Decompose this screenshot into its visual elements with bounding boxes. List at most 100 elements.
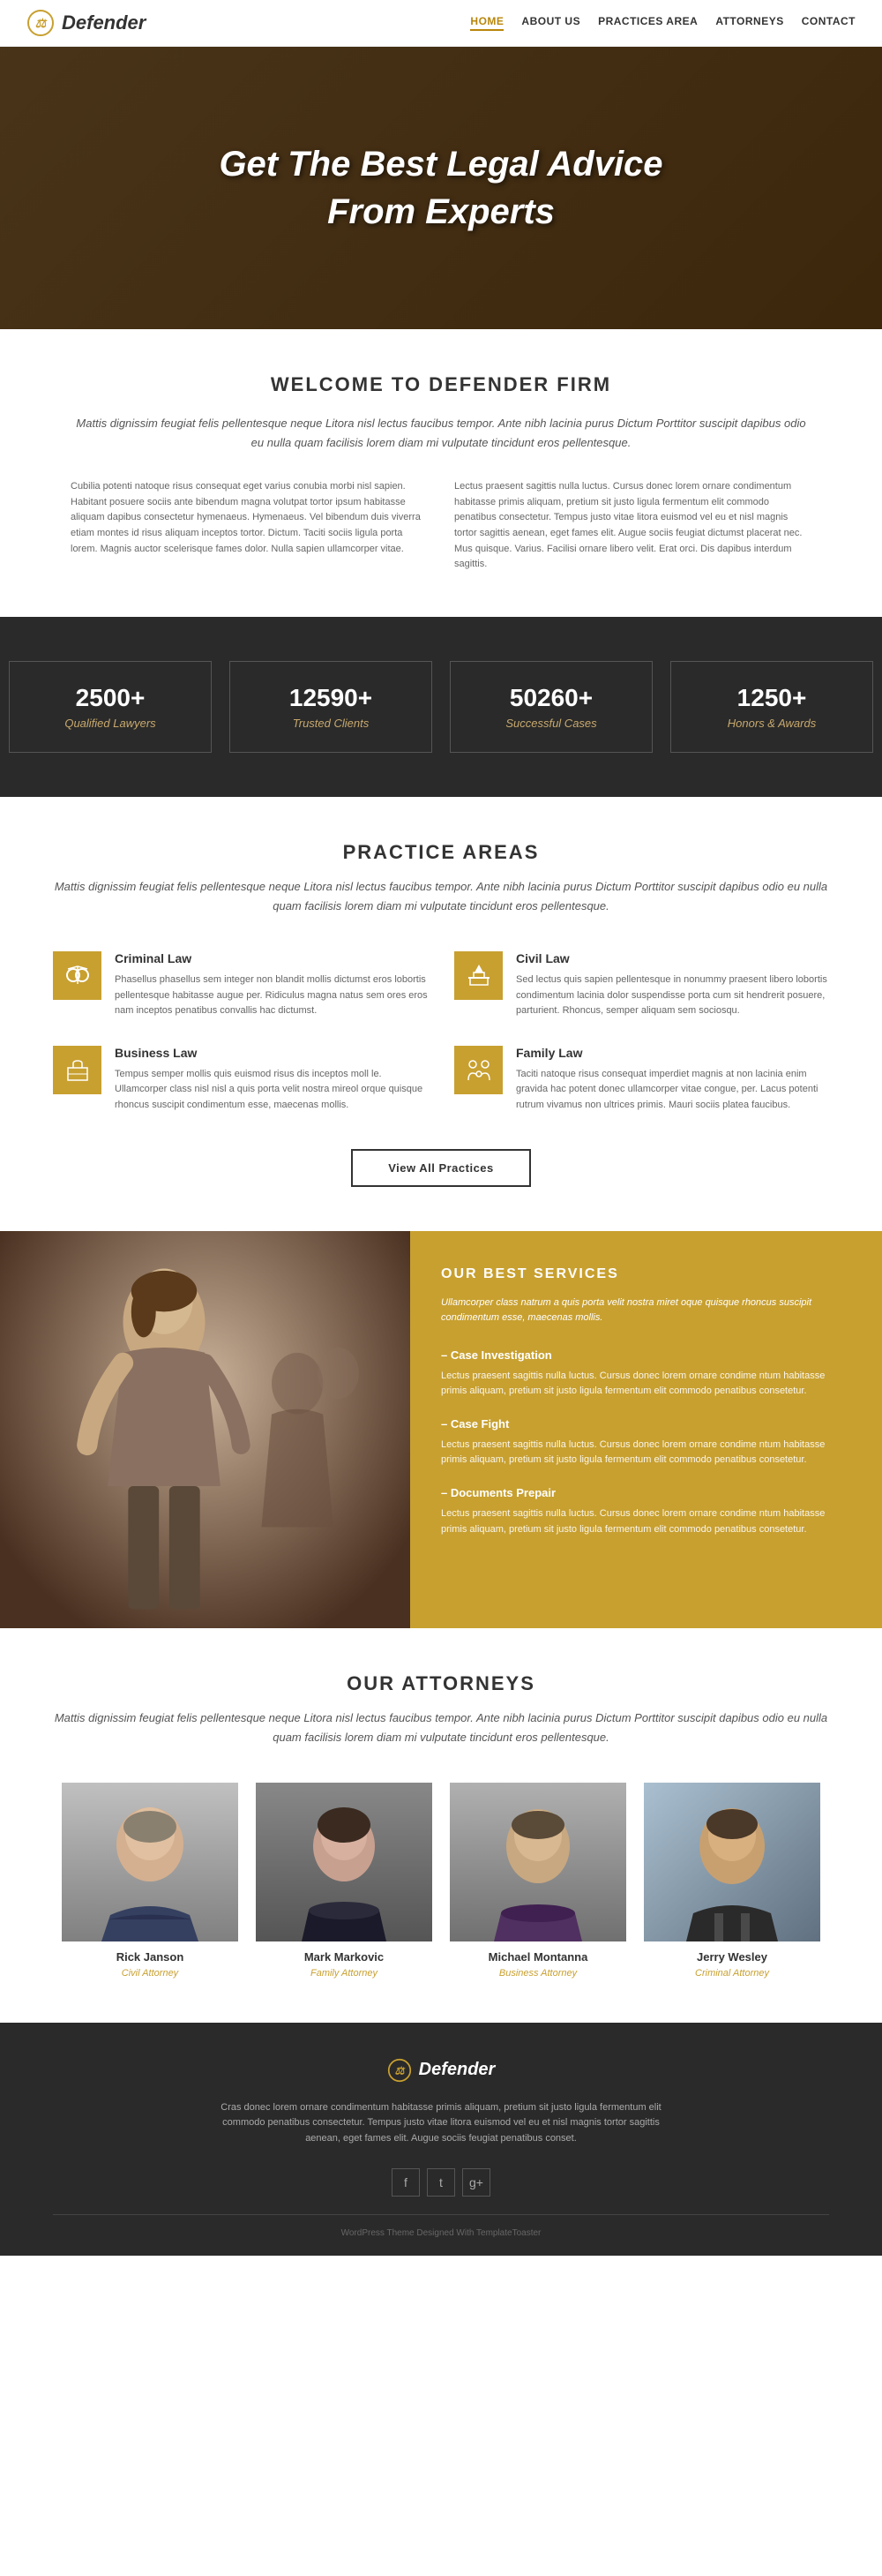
- social-facebook[interactable]: f: [392, 2168, 420, 2197]
- footer-social: f t g+: [53, 2168, 829, 2197]
- stat-awards-number: 1250+: [689, 684, 855, 712]
- services-image: [0, 1231, 410, 1628]
- stat-cases-label: Successful Cases: [468, 717, 634, 730]
- attorney-mark-photo: [256, 1783, 432, 1941]
- attorney-mark-name: Mark Markovic: [256, 1950, 432, 1964]
- civil-law-icon: [454, 951, 503, 1000]
- attorney-rick: Rick Janson Civil Attorney: [62, 1783, 238, 1979]
- practices-title: PRACTICE AREAS: [53, 841, 829, 864]
- civil-law-title: Civil Law: [516, 951, 829, 965]
- attorney-jerry-name: Jerry Wesley: [644, 1950, 820, 1964]
- attorney-mark: Mark Markovic Family Attorney: [256, 1783, 432, 1979]
- nav-about[interactable]: ABOUT US: [521, 15, 580, 31]
- welcome-col-2: Lectus praesent sagittis nulla luctus. C…: [454, 479, 811, 573]
- svg-text:⚖: ⚖: [35, 16, 48, 30]
- hero-section: Get The Best Legal Advice From Experts: [0, 47, 882, 329]
- business-law-icon: [53, 1046, 101, 1094]
- footer-logo: ⚖ Defender: [53, 2058, 829, 2083]
- criminal-law-title: Criminal Law: [115, 951, 428, 965]
- service-fight-desc: Lectus praesent sagittis nulla luctus. C…: [441, 1438, 851, 1468]
- welcome-subtitle: Mattis dignissim feugiat felis pellentes…: [71, 414, 811, 453]
- footer-copyright: WordPress Theme Designed With TemplateTo…: [53, 2214, 829, 2238]
- practice-criminal: Criminal Law Phasellus phasellus sem int…: [53, 951, 428, 1019]
- attorney-jerry-role: Criminal Attorney: [644, 1968, 820, 1979]
- stats-section: 2500+ Qualified Lawyers 12590+ Trusted C…: [0, 617, 882, 797]
- attorney-jerry-photo: [644, 1783, 820, 1941]
- nav-home[interactable]: HOME: [470, 15, 504, 31]
- attorney-rick-photo: [62, 1783, 238, 1941]
- service-documents: – Documents Prepair Lectus praesent sagi…: [441, 1486, 851, 1537]
- footer-logo-text: Defender: [419, 2060, 496, 2080]
- main-nav: HOME ABOUT US PRACTICES AREA ATTORNEYS C…: [470, 15, 856, 31]
- family-law-icon: [454, 1046, 503, 1094]
- civil-law-desc: Sed lectus quis sapien pellentesque in n…: [516, 973, 829, 1019]
- attorney-michael-role: Business Attorney: [450, 1968, 626, 1979]
- family-law-title: Family Law: [516, 1046, 829, 1060]
- nav-contact[interactable]: CONTACT: [802, 15, 856, 31]
- practice-business: Business Law Tempus semper mollis quis e…: [53, 1046, 428, 1114]
- stat-lawyers-number: 2500+: [27, 684, 193, 712]
- service-investigation: – Case Investigation Lectus praesent sag…: [441, 1348, 851, 1400]
- header: ⚖ Defender HOME ABOUT US PRACTICES AREA …: [0, 0, 882, 47]
- footer-description: Cras donec lorem ornare condimentum habi…: [220, 2100, 662, 2147]
- attorney-rick-role: Civil Attorney: [62, 1968, 238, 1979]
- attorneys-subtitle: Mattis dignissim feugiat felis pellentes…: [53, 1709, 829, 1747]
- practice-civil: Civil Law Sed lectus quis sapien pellent…: [454, 951, 829, 1019]
- services-intro: Ullamcorper class natrum a quis porta ve…: [441, 1296, 851, 1326]
- criminal-law-content: Criminal Law Phasellus phasellus sem int…: [115, 951, 428, 1019]
- business-law-content: Business Law Tempus semper mollis quis e…: [115, 1046, 428, 1114]
- stat-clients-label: Trusted Clients: [248, 717, 414, 730]
- service-investigation-desc: Lectus praesent sagittis nulla luctus. C…: [441, 1369, 851, 1400]
- services-illustration: [0, 1231, 410, 1628]
- welcome-columns: Cubilia potenti natoque risus consequat …: [71, 479, 811, 573]
- attorney-michael-name: Michael Montanna: [450, 1950, 626, 1964]
- stat-awards: 1250+ Honors & Awards: [670, 661, 873, 753]
- practices-section: PRACTICE AREAS Mattis dignissim feugiat …: [0, 797, 882, 1231]
- attorney-grid: Rick Janson Civil Attorney: [53, 1783, 829, 1979]
- practice-family: Family Law Taciti natoque risus consequa…: [454, 1046, 829, 1114]
- logo-text: Defender: [62, 11, 146, 34]
- service-investigation-title: – Case Investigation: [441, 1348, 851, 1362]
- stat-awards-label: Honors & Awards: [689, 717, 855, 730]
- business-law-desc: Tempus semper mollis quis euismod risus …: [115, 1067, 428, 1114]
- services-content: OUR BEST SERVICES Ullamcorper class natr…: [410, 1231, 882, 1628]
- criminal-law-desc: Phasellus phasellus sem integer non blan…: [115, 973, 428, 1019]
- service-fight-title: – Case Fight: [441, 1417, 851, 1431]
- attorney-rick-name: Rick Janson: [62, 1950, 238, 1964]
- view-all-practices-button[interactable]: View All Practices: [351, 1149, 531, 1187]
- stat-lawyers-label: Qualified Lawyers: [27, 717, 193, 730]
- logo-icon: ⚖: [26, 9, 55, 37]
- logo[interactable]: ⚖ Defender: [26, 9, 146, 37]
- nav-attorneys[interactable]: ATTORNEYS: [715, 15, 783, 31]
- hero-title: Get The Best Legal Advice From Experts: [219, 140, 662, 236]
- nav-practices[interactable]: PRACTICES AREA: [598, 15, 698, 31]
- business-law-title: Business Law: [115, 1046, 428, 1060]
- stat-cases: 50260+ Successful Cases: [450, 661, 653, 753]
- welcome-col-1: Cubilia potenti natoque risus consequat …: [71, 479, 428, 573]
- welcome-title: WELCOME TO DEFENDER FIRM: [71, 373, 811, 396]
- service-documents-desc: Lectus praesent sagittis nulla luctus. C…: [441, 1506, 851, 1537]
- civil-law-content: Civil Law Sed lectus quis sapien pellent…: [516, 951, 829, 1019]
- services-title: OUR BEST SERVICES: [441, 1266, 851, 1282]
- practice-grid: Criminal Law Phasellus phasellus sem int…: [53, 951, 829, 1114]
- stat-lawyers: 2500+ Qualified Lawyers: [9, 661, 212, 753]
- service-fight: – Case Fight Lectus praesent sagittis nu…: [441, 1417, 851, 1468]
- family-law-content: Family Law Taciti natoque risus consequa…: [516, 1046, 829, 1114]
- footer-logo-icon: ⚖: [387, 2058, 412, 2083]
- stat-cases-number: 50260+: [468, 684, 634, 712]
- attorney-michael-photo: [450, 1783, 626, 1941]
- welcome-section: WELCOME TO DEFENDER FIRM Mattis dignissi…: [0, 329, 882, 617]
- family-law-desc: Taciti natoque risus consequat imperdiet…: [516, 1067, 829, 1114]
- svg-text:⚖: ⚖: [394, 2064, 406, 2077]
- attorney-jerry: Jerry Wesley Criminal Attorney: [644, 1783, 820, 1979]
- practices-subtitle: Mattis dignissim feugiat felis pellentes…: [53, 877, 829, 916]
- stat-clients-number: 12590+: [248, 684, 414, 712]
- attorneys-section: OUR ATTORNEYS Mattis dignissim feugiat f…: [0, 1628, 882, 2023]
- social-googleplus[interactable]: g+: [462, 2168, 490, 2197]
- stat-clients: 12590+ Trusted Clients: [229, 661, 432, 753]
- services-section: OUR BEST SERVICES Ullamcorper class natr…: [0, 1231, 882, 1628]
- footer: ⚖ Defender Cras donec lorem ornare condi…: [0, 2023, 882, 2257]
- service-documents-title: – Documents Prepair: [441, 1486, 851, 1499]
- social-twitter[interactable]: t: [427, 2168, 455, 2197]
- attorneys-title: OUR ATTORNEYS: [53, 1672, 829, 1695]
